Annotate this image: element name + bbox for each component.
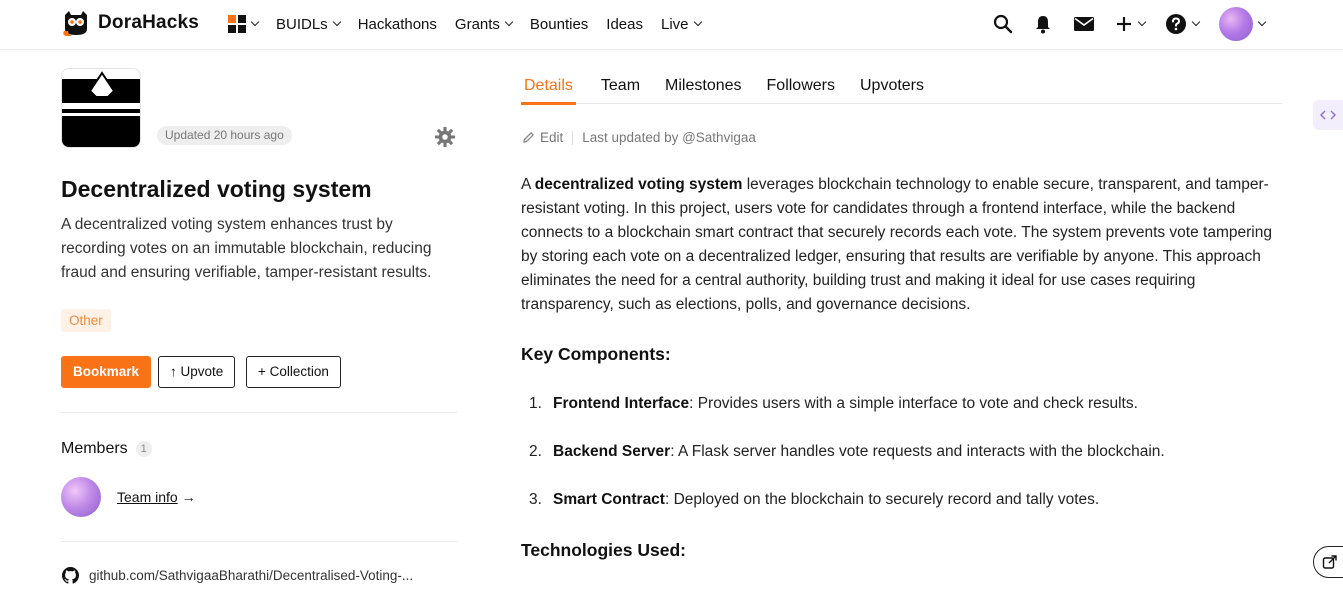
technologies-heading: Technologies Used: <box>521 540 686 560</box>
tab-upvoters[interactable]: Upvoters <box>860 70 924 104</box>
apps-menu[interactable] <box>228 15 260 33</box>
chevron-down-icon <box>250 17 260 27</box>
key-components-heading: Key Components: <box>521 344 671 364</box>
category-tag[interactable]: Other <box>61 309 111 332</box>
nav-label: Grants <box>454 15 500 33</box>
intro-text: leverages blockchain technology to enabl… <box>521 176 1272 313</box>
edit-button[interactable]: Edit <box>522 130 563 145</box>
tab-details[interactable]: Details <box>521 70 576 105</box>
list-number: 2. <box>529 443 542 460</box>
help-menu[interactable] <box>1165 13 1201 35</box>
last-updated-text: Last updated by @Sathvigaa <box>582 130 756 145</box>
member-avatar[interactable] <box>61 477 101 517</box>
nav-label: Live <box>661 15 689 33</box>
list-number: 1. <box>529 395 542 412</box>
main-nav: BUIDLs Hackathons Grants Bounties Ideas … <box>228 0 719 48</box>
list-item: 3. Smart Contract: Deployed on the blockc… <box>529 491 1099 509</box>
collapse-icon <box>1320 110 1336 120</box>
separator <box>572 130 574 145</box>
tab-team[interactable]: Team <box>601 70 640 104</box>
nav-bounties[interactable]: Bounties <box>530 16 588 33</box>
mail-icon <box>1074 17 1094 31</box>
ballot-box-icon <box>62 71 140 147</box>
list-number: 3. <box>529 491 542 508</box>
detail-tabs: Details Team Milestones Followers Upvote… <box>521 70 1282 105</box>
chevron-down-icon <box>693 17 702 27</box>
members-heading: Members 1 <box>61 440 152 458</box>
nav-label: Bounties <box>529 15 589 33</box>
team-info-label: Team info <box>117 489 178 505</box>
chevron-down-icon <box>1257 17 1267 27</box>
bell-icon <box>1036 16 1050 34</box>
search-button[interactable] <box>993 14 1013 34</box>
create-menu[interactable] <box>1115 15 1147 33</box>
project-description: A decentralized voting system enhances t… <box>61 216 432 281</box>
upvote-button[interactable]: ↑ Upvote <box>158 356 236 388</box>
edit-label: Edit <box>540 130 564 145</box>
component-name: Backend Server <box>553 443 671 460</box>
share-button[interactable] <box>1313 546 1343 578</box>
top-navbar: DoraHacks BUIDLs Hackathons Grants Bount… <box>0 0 1343 50</box>
brand-name: DoraHacks <box>98 12 200 33</box>
chevron-down-icon <box>504 17 514 27</box>
project-title: Decentralized voting system <box>61 176 372 202</box>
divider <box>61 541 457 542</box>
project-logo <box>61 68 141 148</box>
bookmark-button[interactable]: Bookmark <box>61 356 152 388</box>
search-icon <box>993 14 1013 34</box>
team-info-link[interactable]: Team info → <box>117 489 196 505</box>
github-link[interactable]: github.com/SathvigaaBharathi/Decentralis… <box>62 567 413 584</box>
tab-followers[interactable]: Followers <box>767 70 835 104</box>
collection-button[interactable]: + Collection <box>246 356 341 388</box>
messages-button[interactable] <box>1073 15 1095 33</box>
owl-logo-icon <box>63 11 87 36</box>
edit-row: Edit Last updated by @Sathvigaa <box>522 130 756 145</box>
gear-icon[interactable] <box>434 126 456 148</box>
github-icon <box>62 567 79 584</box>
side-panel-toggle[interactable] <box>1313 100 1343 130</box>
divider <box>61 412 457 413</box>
help-icon <box>1166 14 1186 34</box>
nav-label: BUIDLs <box>276 15 328 33</box>
nav-buidls[interactable]: BUIDLs <box>276 15 341 33</box>
share-icon <box>1322 555 1337 569</box>
header-actions <box>973 0 1267 48</box>
apps-grid-icon <box>228 15 246 33</box>
component-text: : Provides users with a simple interface… <box>689 395 1138 412</box>
github-url: github.com/SathvigaaBharathi/Decentralis… <box>89 568 414 583</box>
component-name: Smart Contract <box>553 491 665 508</box>
component-name: Frontend Interface <box>553 395 690 412</box>
chevron-down-icon <box>332 17 341 27</box>
nav-live[interactable]: Live <box>661 15 702 33</box>
intro-bold: decentralized voting system <box>534 176 743 193</box>
updated-badge: Updated 20 hours ago <box>157 126 292 145</box>
user-avatar <box>1219 7 1253 41</box>
nav-label: Hackathons <box>357 15 437 33</box>
members-count: 1 <box>135 441 152 457</box>
intro-prefix: A <box>521 176 535 193</box>
component-text: : A Flask server handles vote requests a… <box>670 443 1165 460</box>
plus-icon <box>1117 17 1131 31</box>
notifications-button[interactable] <box>1033 14 1053 34</box>
members-label: Members <box>61 440 128 457</box>
list-item: 1. Frontend Interface: Provides users wit… <box>529 395 1138 413</box>
chevron-down-icon <box>1191 17 1201 27</box>
dorahacks-logo[interactable]: DoraHacks <box>62 9 199 37</box>
component-text: : Deployed on the blockchain to securely… <box>664 491 1100 508</box>
tab-milestones[interactable]: Milestones <box>665 70 741 104</box>
user-menu[interactable] <box>1219 7 1267 41</box>
nav-label: Ideas <box>606 15 643 33</box>
nav-ideas[interactable]: Ideas <box>606 16 643 33</box>
nav-grants[interactable]: Grants <box>454 15 514 33</box>
chevron-down-icon <box>1137 17 1147 27</box>
intro-paragraph: A decentralized voting system leverages … <box>521 173 1286 317</box>
nav-hackathons[interactable]: Hackathons <box>358 16 437 33</box>
pencil-icon <box>523 132 534 143</box>
list-item: 2. Backend Server: A Flask server handles… <box>529 443 1165 461</box>
arrow-right-icon: → <box>181 489 196 505</box>
